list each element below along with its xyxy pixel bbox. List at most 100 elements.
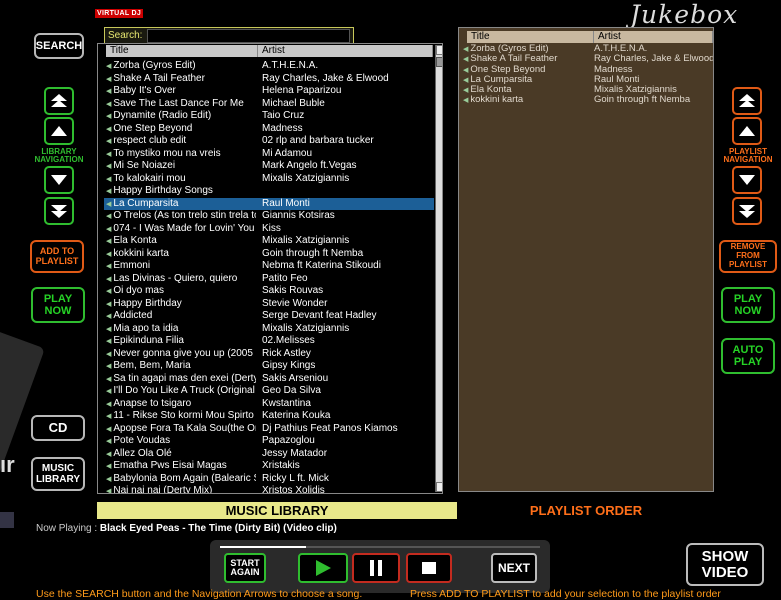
library-row[interactable]: ◀ 074 - I Was Made for Lovin' You Kiss bbox=[104, 223, 434, 236]
row-title: ◀ Anapse to tsigaro bbox=[106, 397, 192, 409]
row-artist: 02 rlp and barbara tucker bbox=[262, 135, 374, 146]
library-row[interactable]: ◀ Mia apo ta idia Mixalis Xatzigiannis bbox=[104, 323, 434, 336]
speaker-icon: ◀ bbox=[106, 100, 112, 108]
play-now-button-left[interactable]: PLAY NOW bbox=[31, 287, 85, 323]
playlist-down-button[interactable] bbox=[732, 166, 762, 194]
stop-button[interactable] bbox=[406, 553, 452, 583]
playlist-column-artist[interactable]: Artist bbox=[594, 31, 713, 43]
playlist-row[interactable]: ◀ La Cumparsita Raul Monti bbox=[463, 75, 713, 85]
library-row[interactable]: ◀ Ematha Pws Eisai Magas Xristakis bbox=[104, 460, 434, 473]
library-row[interactable]: ◀ 11 - Rikse Sto kormi Mou Spirto Katerina… bbox=[104, 410, 434, 423]
pause-button[interactable] bbox=[352, 553, 400, 583]
row-title: ◀ Save The Last Dance For Me bbox=[106, 97, 244, 109]
library-row[interactable]: ◀ Never gonna give you up (2005 H... Rick … bbox=[104, 348, 434, 361]
library-row[interactable]: ◀ Dynamite (Radio Edit) Taio Cruz bbox=[104, 110, 434, 123]
scroll-thumb[interactable] bbox=[436, 57, 442, 67]
library-row[interactable]: ◀ Allez Ola Olé Jessy Matador bbox=[104, 448, 434, 461]
playlist-column-title[interactable]: Title bbox=[467, 31, 594, 43]
library-row[interactable]: ◀ Happy Birthday Stevie Wonder bbox=[104, 298, 434, 311]
double-down-arrow-icon bbox=[51, 205, 67, 218]
start-again-button[interactable]: START AGAIN bbox=[224, 553, 266, 583]
library-page-up-button[interactable] bbox=[44, 87, 74, 115]
scroll-up-icon[interactable] bbox=[436, 45, 442, 55]
library-row[interactable]: ◀ Emmoni Nebma ft Katerina Stikoudi bbox=[104, 260, 434, 273]
play-button[interactable] bbox=[298, 553, 348, 583]
library-row[interactable]: ◀ Apopse Fora Ta Kala Sou(the Ori... Dj Pa… bbox=[104, 423, 434, 436]
library-row[interactable]: ◀ Ela Konta Mixalis Xatzigiannis bbox=[104, 235, 434, 248]
add-to-playlist-button[interactable]: ADD TO PLAYLIST bbox=[30, 240, 84, 273]
library-row[interactable]: ◀ Addicted Serge Devant feat Hadley bbox=[104, 310, 434, 323]
library-row[interactable]: ◀ Las Divinas - Quiero, quiero Patito Feo bbox=[104, 273, 434, 286]
row-artist: Sakis Rouvas bbox=[262, 285, 324, 296]
playlist-row[interactable]: ◀ Zorba (Gyros Edit) A.T.H.E.N.A. bbox=[463, 44, 713, 54]
playback-progress-bar[interactable] bbox=[220, 546, 540, 548]
library-row[interactable]: ◀ Babylonia Bom Again (Balearic S... Ricky… bbox=[104, 473, 434, 486]
music-library-footer: MUSIC LIBRARY bbox=[97, 502, 457, 519]
library-row[interactable]: ◀ Save The Last Dance For Me Michael Buble bbox=[104, 98, 434, 111]
row-title: ◀ To kalokairi mou bbox=[106, 172, 186, 184]
speaker-icon: ◀ bbox=[106, 263, 112, 270]
library-row[interactable]: ◀ To mystiko mou na vreis Mi Adamou bbox=[104, 148, 434, 161]
row-artist: Mixalis Xatzigiannis bbox=[594, 85, 677, 96]
library-row[interactable]: ◀ Baby It's Over Helena Paparizou bbox=[104, 85, 434, 98]
speaker-icon: ◀ bbox=[106, 413, 112, 420]
page-title: Jukebox bbox=[630, 0, 739, 29]
playlist-row[interactable]: ◀ One Step Beyond Madness bbox=[463, 65, 713, 75]
music-library-button[interactable]: MUSIC LIBRARY bbox=[31, 457, 85, 491]
auto-play-button[interactable]: AUTO PLAY bbox=[721, 338, 775, 374]
row-artist: Helena Paparizou bbox=[262, 85, 342, 96]
library-row[interactable]: ◀ La Cumparsita Raul Monti bbox=[104, 197, 434, 210]
playlist-page-up-button[interactable] bbox=[732, 87, 762, 115]
row-title: ◀ To mystiko mou na vreis bbox=[106, 147, 221, 159]
playlist-row[interactable]: ◀ kokkini karta Goin through ft Nemba bbox=[463, 95, 713, 105]
library-page-down-button[interactable] bbox=[44, 197, 74, 225]
library-row[interactable]: ◀ respect club edit 02 rlp and barbara tuc… bbox=[104, 135, 434, 148]
playlist-list[interactable]: Title Artist ◀ Zorba (Gyros Edit) A.T.H.E.… bbox=[458, 27, 714, 492]
remove-from-playlist-button[interactable]: REMOVE FROM PLAYLIST bbox=[719, 240, 777, 273]
speaker-icon: ◀ bbox=[106, 438, 112, 445]
library-row[interactable]: ◀ Sa tin agapi mas den exei (Derty ... Sak… bbox=[104, 373, 434, 386]
library-row[interactable]: ◀ Zorba (Gyros Edit) A.T.H.E.N.A. bbox=[104, 60, 434, 73]
speaker-icon: ◀ bbox=[463, 66, 469, 74]
search-input[interactable] bbox=[147, 29, 350, 43]
library-column-artist[interactable]: Artist bbox=[258, 45, 433, 57]
search-button[interactable]: SEARCH bbox=[34, 33, 84, 59]
playlist-row[interactable]: ◀ Ela Konta Mixalis Xatzigiannis bbox=[463, 85, 713, 95]
library-row[interactable]: ◀ Mi Se Noiazei Mark Angelo ft.Vegas bbox=[104, 160, 434, 173]
brand-logo: VIRTUAL DJ bbox=[95, 9, 144, 18]
library-row[interactable]: ◀ Nai nai nai (Derty Mix) Xristos Xolidis bbox=[104, 485, 434, 493]
library-row[interactable]: ◀ To kalokairi mou Mixalis Xatzigiannis bbox=[104, 173, 434, 186]
row-artist: Mark Angelo ft.Vegas bbox=[262, 160, 357, 171]
library-row[interactable]: ◀ Pote Voudas Papazoglou bbox=[104, 435, 434, 448]
library-row[interactable]: ◀ O Trelos (As ton trelo stin trela tou) G… bbox=[104, 210, 434, 223]
library-up-button[interactable] bbox=[44, 117, 74, 145]
library-row[interactable]: ◀ Happy Birthday Songs bbox=[104, 185, 434, 198]
play-now-button-right[interactable]: PLAY NOW bbox=[721, 287, 775, 323]
library-row[interactable]: ◀ Shake A Tail Feather Ray Charles, Jake &… bbox=[104, 73, 434, 86]
music-library-list[interactable]: Title Artist ◀ Zorba (Gyros Edit) A.T.H.E.… bbox=[97, 43, 443, 494]
row-artist: Sakis Arseniou bbox=[262, 372, 329, 384]
cd-button[interactable]: CD bbox=[31, 415, 85, 441]
row-artist: Patito Feo bbox=[262, 272, 308, 284]
library-scrollbar[interactable] bbox=[435, 45, 442, 492]
library-rows: ◀ Zorba (Gyros Edit) A.T.H.E.N.A. ◀ Shake A … bbox=[104, 60, 434, 493]
speaker-icon: ◀ bbox=[106, 175, 112, 183]
library-row[interactable]: ◀ Oi dyo mas Sakis Rouvas bbox=[104, 285, 434, 298]
show-video-button[interactable]: SHOW VIDEO bbox=[686, 543, 764, 586]
library-row[interactable]: ◀ One Step Beyond Madness bbox=[104, 123, 434, 136]
library-row[interactable]: ◀ Epikinduna Filia 02.Melisses bbox=[104, 335, 434, 348]
library-row[interactable]: ◀ Anapse to tsigaro Kwstantina bbox=[104, 398, 434, 411]
row-artist: Xristakis bbox=[262, 460, 300, 471]
playlist-row[interactable]: ◀ Shake A Tail Feather Ray Charles, Jake &… bbox=[463, 54, 713, 64]
playlist-page-down-button[interactable] bbox=[732, 197, 762, 225]
scroll-down-icon[interactable] bbox=[436, 482, 442, 492]
playlist-up-button[interactable] bbox=[732, 117, 762, 145]
library-column-title[interactable]: Title bbox=[106, 45, 258, 57]
library-row[interactable]: ◀ Bem, Bem, Maria Gipsy Kings bbox=[104, 360, 434, 373]
library-down-button[interactable] bbox=[44, 166, 74, 194]
library-row[interactable]: ◀ kokkini karta Goin through ft Nemba bbox=[104, 248, 434, 261]
next-button[interactable]: NEXT bbox=[491, 553, 537, 583]
library-row[interactable]: ◀I'll Do You Like A Truck (Original Mix)… bbox=[104, 385, 434, 398]
row-title: ◀ kokkini karta bbox=[106, 247, 169, 259]
row-artist: Ricky L ft. Mick bbox=[262, 472, 329, 484]
